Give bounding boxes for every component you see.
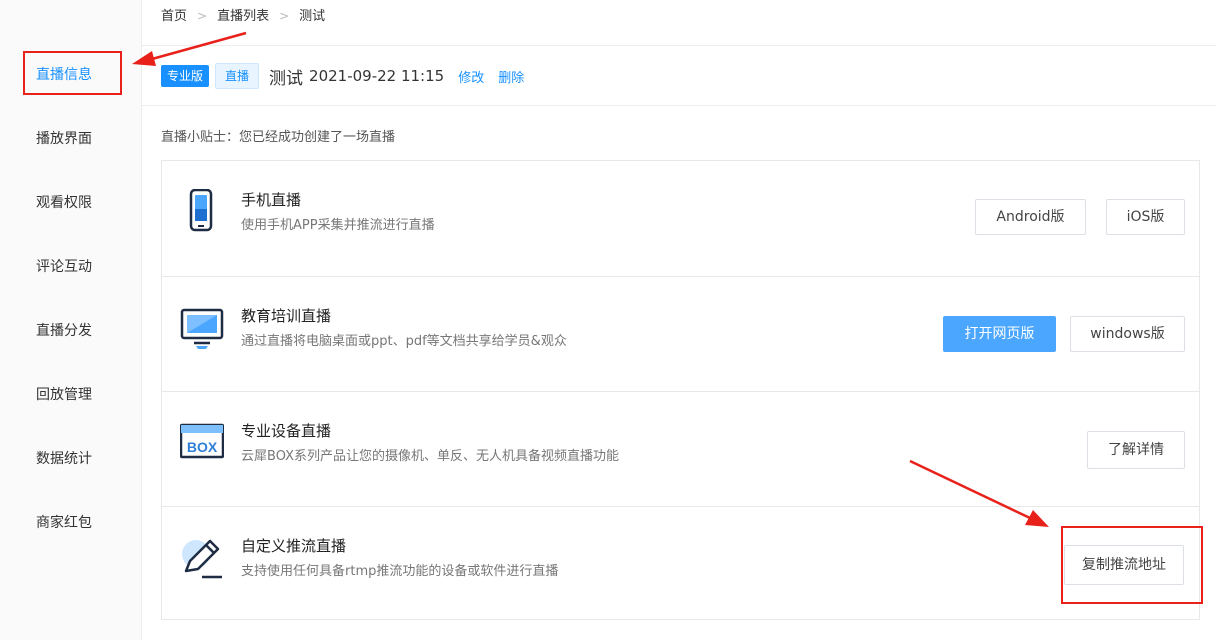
annotation-arrowhead	[1025, 510, 1049, 527]
annotation-arrow-line	[909, 459, 1031, 520]
annotation-arrows	[132, 31, 1049, 527]
annotation-arrowhead	[132, 51, 156, 66]
annotation-arrow-line	[151, 31, 247, 61]
